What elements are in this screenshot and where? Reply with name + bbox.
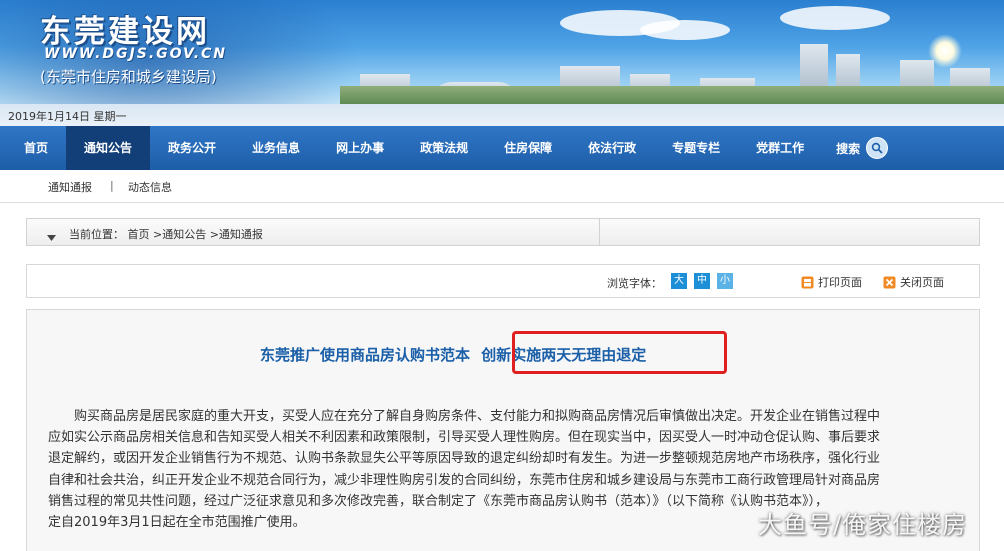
breadcrumb: 当前位置： 首页 >通知公告 >通知通报 [26,218,980,246]
article-line: 应如实公示商品房相关信息和告知买受人相关不利因素和政策限制，引导买受人理性购房。… [48,430,881,446]
banner-ground [340,86,1004,104]
font-size-small-button[interactable]: 小 [717,273,733,289]
site-subtitle: (东莞市住房和城乡建设局) [40,68,217,86]
article-line: 退定解约，或因开发企业销售行为不规范、认购书条款显失公平等原因导致的退定纠纷却时… [48,451,881,467]
search-button[interactable]: 搜索 [822,126,902,170]
main-nav: 首页 通知公告 政务公开 业务信息 网上办事 政策法规 住房保障 依法行政 专题… [0,126,1004,170]
date-strip: 2019年1月14日 星期一 [0,104,1004,126]
nav-item-business-info[interactable]: 业务信息 [234,126,318,170]
nav-item-online-services[interactable]: 网上办事 [318,126,402,170]
print-page-label: 打印页面 [818,276,862,289]
print-page-button[interactable]: 打印页面 [801,274,862,290]
breadcrumb-divider [599,219,600,245]
nav-item-home[interactable]: 首页 [6,126,66,170]
article-title-main: 东莞推广使用商品房认购书范本 [260,346,471,364]
article-toolbar: 浏览字体： 大 中 小 打印页面 关闭页面 [26,264,980,298]
subnav-item-notifications[interactable]: 通知通报 [48,179,92,195]
sub-nav: 通知通报 | 动态信息 [0,170,1004,203]
subnav-separator: | [110,179,114,192]
search-label: 搜索 [836,141,861,156]
font-size-medium-button[interactable]: 中 [694,273,710,289]
site-banner: 东莞建设网 WWW.DGJS.GOV.CN (东莞市住房和城乡建设局) [0,0,1004,104]
close-page-label: 关闭页面 [900,276,944,289]
watermark: 大鱼号/俺家住楼房 [758,511,968,539]
font-size-large-button[interactable]: 大 [671,273,687,289]
nav-item-government-affairs[interactable]: 政务公开 [150,126,234,170]
site-url: WWW.DGJS.GOV.CN [44,46,228,62]
article-line: 购买商品房是居民家庭的重大开支，买受人应在充分了解自身购房条件、支付能力和拟购商… [74,409,881,424]
font-size-label: 浏览字体： [607,277,662,290]
triangle-down-icon [47,227,56,246]
nav-item-law-administration[interactable]: 依法行政 [570,126,654,170]
nav-item-special-topics[interactable]: 专题专栏 [654,126,738,170]
close-page-button[interactable]: 关闭页面 [883,274,944,290]
nav-item-party-work[interactable]: 党群工作 [738,126,822,170]
cloud [640,20,730,40]
close-icon [883,276,896,289]
current-date: 2019年1月14日 星期一 [8,110,127,123]
site-title: 东莞建设网 [40,14,210,50]
nav-item-notices[interactable]: 通知公告 [66,126,151,170]
cloud [780,6,890,30]
nav-item-housing-security[interactable]: 住房保障 [486,126,570,170]
print-icon [801,276,814,289]
subnav-item-news[interactable]: 动态信息 [128,179,172,195]
article-line: 自律和社会共治，纠正开发企业不规范合同行为，减少非理性购房引发的合同纠纷，东莞市… [48,472,881,488]
search-icon [866,137,889,159]
nav-item-policies[interactable]: 政策法规 [402,126,486,170]
red-highlight-box [512,331,727,374]
breadcrumb-text: 当前位置： 首页 >通知公告 >通知通报 [69,228,263,241]
